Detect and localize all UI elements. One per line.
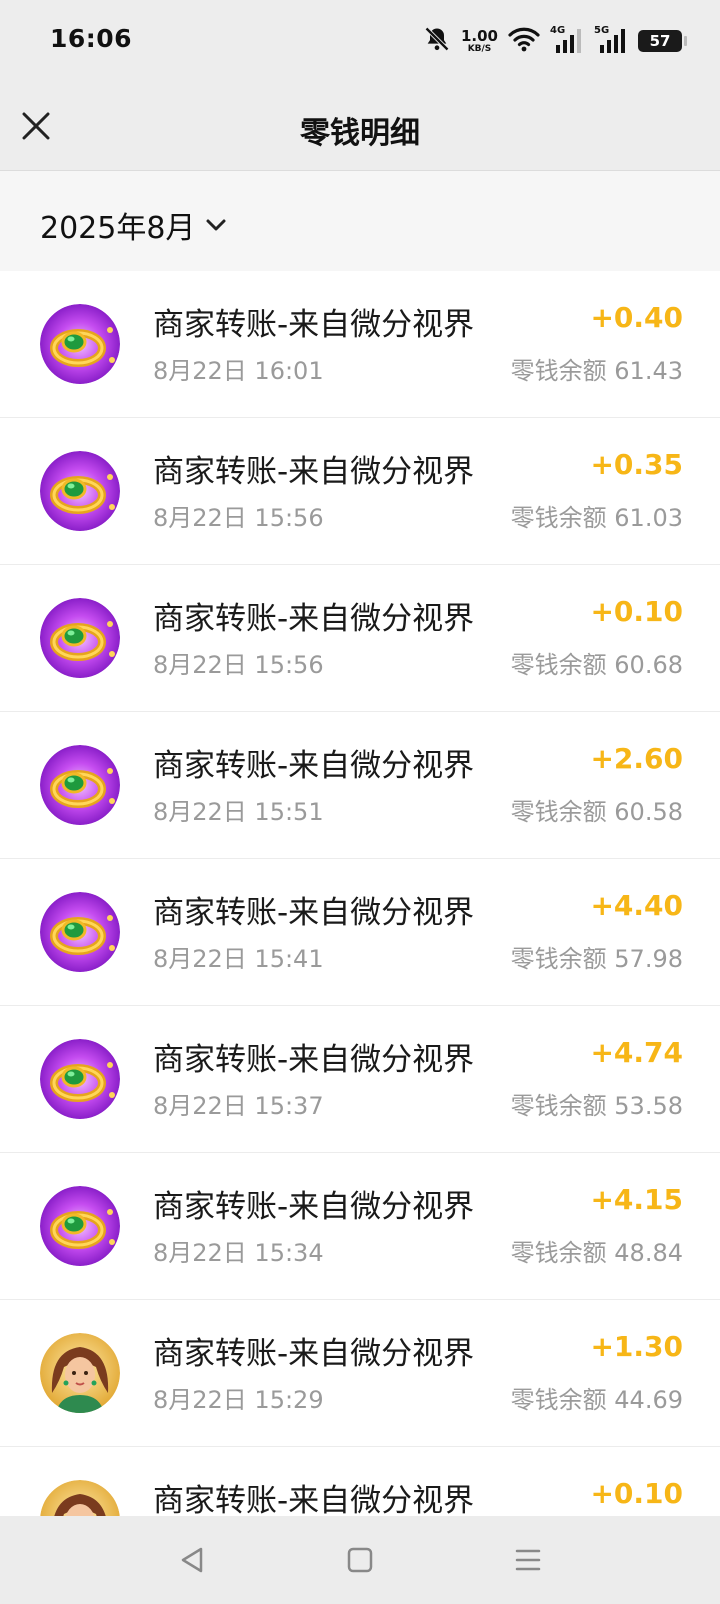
screen: 16:06 1.00 KB/S 4G 5G 57 零钱明细 2025年8月 商家… bbox=[0, 0, 720, 1604]
transaction-amount: +0.10 bbox=[590, 1477, 683, 1510]
transaction-title: 商家转账-来自微分视界 bbox=[153, 307, 475, 343]
back-triangle-icon bbox=[181, 1547, 203, 1573]
ring-icon bbox=[40, 304, 120, 384]
transaction-row[interactable]: 商家转账-来自微分视界 8月22日 15:41 +4.40 零钱余额 57.98 bbox=[0, 859, 720, 1006]
ring-icon bbox=[40, 451, 120, 531]
system-nav-bar bbox=[0, 1516, 720, 1604]
net-speed-unit: KB/S bbox=[467, 43, 492, 54]
transaction-row[interactable]: 商家转账-来自微分视界 8月22日 15:34 +4.15 零钱余额 48.84 bbox=[0, 1153, 720, 1300]
home-square-icon bbox=[347, 1547, 373, 1573]
transaction-row[interactable]: 商家转账-来自微分视界 8月22日 15:56 +0.35 零钱余额 61.03 bbox=[0, 418, 720, 565]
net-speed: 1.00 KB/S bbox=[460, 26, 498, 54]
character-avatar-icon bbox=[40, 1333, 120, 1413]
transaction-title: 商家转账-来自微分视界 bbox=[153, 748, 475, 784]
ring-icon bbox=[40, 1039, 120, 1119]
transaction-time: 8月22日 15:37 bbox=[153, 1092, 324, 1120]
home-button[interactable] bbox=[340, 1540, 380, 1580]
transaction-time: 8月22日 15:56 bbox=[153, 504, 324, 532]
transaction-title: 商家转账-来自微分视界 bbox=[153, 454, 475, 490]
bell-muted-icon bbox=[423, 25, 451, 57]
transaction-amount: +4.40 bbox=[590, 889, 683, 922]
transaction-time: 8月22日 15:56 bbox=[153, 651, 324, 679]
transaction-time: 8月22日 15:29 bbox=[153, 1386, 324, 1414]
transaction-amount: +4.15 bbox=[590, 1183, 683, 1216]
transaction-amount: +0.40 bbox=[590, 301, 683, 334]
transaction-balance: 零钱余额 61.43 bbox=[510, 357, 683, 385]
transaction-balance: 零钱余额 60.68 bbox=[510, 651, 683, 679]
transaction-list: 商家转账-来自微分视界 8月22日 16:01 +0.40 零钱余额 61.43… bbox=[0, 271, 720, 1594]
ring-icon bbox=[40, 892, 120, 972]
nav-header: 零钱明细 bbox=[0, 84, 720, 171]
transaction-balance: 零钱余额 44.69 bbox=[510, 1386, 683, 1414]
transaction-title: 商家转账-来自微分视界 bbox=[153, 601, 475, 637]
ring-icon bbox=[40, 598, 120, 678]
transaction-row[interactable]: 商家转账-来自微分视界 8月22日 15:37 +4.74 零钱余额 53.58 bbox=[0, 1006, 720, 1153]
month-label: 2025年8月 bbox=[40, 211, 196, 246]
net-speed-value: 1.00 bbox=[460, 26, 498, 45]
transaction-balance: 零钱余额 60.58 bbox=[510, 798, 683, 826]
status-bar: 16:06 1.00 KB/S 4G 5G 57 bbox=[0, 0, 720, 84]
page-title: 零钱明细 bbox=[300, 116, 420, 151]
signal-4g-icon: 4G bbox=[550, 25, 584, 55]
month-dropdown[interactable]: 2025年8月 bbox=[40, 203, 227, 247]
transaction-row[interactable]: 商家转账-来自微分视界 8月22日 16:01 +0.40 零钱余额 61.43 bbox=[0, 271, 720, 418]
signal-5g-icon: 5G bbox=[594, 25, 628, 55]
status-time: 16:06 bbox=[50, 24, 133, 53]
transaction-title: 商家转账-来自微分视界 bbox=[153, 1189, 475, 1225]
month-filter-bar: 2025年8月 bbox=[0, 171, 720, 271]
chevron-down-icon bbox=[206, 219, 226, 231]
battery-icon: 57 bbox=[638, 30, 687, 52]
transaction-time: 8月22日 15:34 bbox=[153, 1239, 324, 1267]
transaction-title: 商家转账-来自微分视界 bbox=[153, 895, 475, 931]
transaction-title: 商家转账-来自微分视界 bbox=[153, 1483, 475, 1519]
transaction-amount: +0.35 bbox=[590, 448, 683, 481]
transaction-row[interactable]: 商家转账-来自微分视界 8月22日 15:51 +2.60 零钱余额 60.58 bbox=[0, 712, 720, 859]
transaction-balance: 零钱余额 53.58 bbox=[510, 1092, 683, 1120]
transaction-time: 8月22日 16:01 bbox=[153, 357, 324, 385]
recents-button[interactable] bbox=[508, 1540, 548, 1580]
status-icons: 1.00 KB/S 4G 5G 57 bbox=[423, 24, 687, 58]
ring-icon bbox=[40, 1186, 120, 1266]
menu-lines-icon bbox=[515, 1549, 541, 1571]
transaction-row[interactable]: 商家转账-来自微分视界 8月22日 15:56 +0.10 零钱余额 60.68 bbox=[0, 565, 720, 712]
back-button[interactable] bbox=[172, 1540, 212, 1580]
transaction-amount: +4.74 bbox=[590, 1036, 683, 1069]
transaction-time: 8月22日 15:41 bbox=[153, 945, 324, 973]
transaction-amount: +0.10 bbox=[590, 595, 683, 628]
transaction-title: 商家转账-来自微分视界 bbox=[153, 1042, 475, 1078]
transaction-amount: +1.30 bbox=[590, 1330, 683, 1363]
transaction-time: 8月22日 15:51 bbox=[153, 798, 324, 826]
transaction-title: 商家转账-来自微分视界 bbox=[153, 1336, 475, 1372]
transaction-row[interactable]: 商家转账-来自微分视界 8月22日 15:29 +1.30 零钱余额 44.69 bbox=[0, 1300, 720, 1447]
transaction-balance: 零钱余额 61.03 bbox=[510, 504, 683, 532]
ring-icon bbox=[40, 745, 120, 825]
battery-level: 57 bbox=[649, 32, 671, 50]
transaction-balance: 零钱余额 48.84 bbox=[510, 1239, 683, 1267]
wifi-icon bbox=[508, 26, 540, 56]
transaction-amount: +2.60 bbox=[590, 742, 683, 775]
transaction-balance: 零钱余额 57.98 bbox=[510, 945, 683, 973]
